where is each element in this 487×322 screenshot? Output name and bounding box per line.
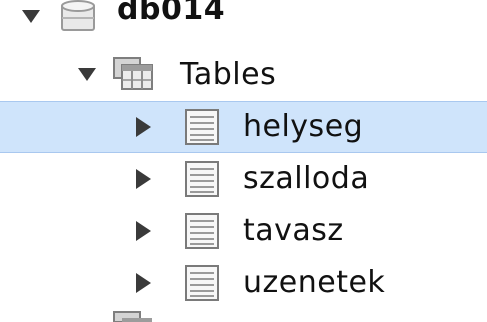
table-row[interactable]: uzenetek (0, 258, 487, 308)
views-folder-icon (113, 311, 152, 322)
collapse-arrow-icon[interactable] (136, 117, 151, 137)
database-icon (61, 0, 95, 31)
table-icon (185, 265, 219, 301)
expand-arrow-icon[interactable] (22, 10, 40, 23)
table-row[interactable]: tavasz (0, 206, 487, 256)
schema-tree: db014 Tables helyseg szalloda tavasz uze… (0, 0, 487, 322)
tree-row-schema[interactable]: db014 (0, 0, 487, 42)
schema-label[interactable]: db014 (117, 0, 225, 27)
table-icon (185, 109, 219, 145)
tree-row-views-folder[interactable] (0, 310, 487, 322)
collapse-arrow-icon[interactable] (136, 221, 151, 241)
tree-row-tables-folder[interactable]: Tables (0, 50, 487, 100)
collapse-arrow-icon[interactable] (136, 273, 151, 293)
table-label[interactable]: helyseg (243, 110, 363, 144)
collapse-arrow-icon[interactable] (136, 169, 151, 189)
table-icon (185, 161, 219, 197)
table-label[interactable]: tavasz (243, 214, 344, 248)
tables-folder-label[interactable]: Tables (180, 58, 276, 92)
table-icon (185, 213, 219, 249)
expand-arrow-icon[interactable] (78, 68, 96, 81)
table-row[interactable]: helyseg (0, 101, 487, 153)
table-label[interactable]: szalloda (243, 162, 369, 196)
table-label[interactable]: uzenetek (243, 266, 385, 300)
table-row[interactable]: szalloda (0, 154, 487, 204)
tables-folder-icon (113, 57, 153, 90)
